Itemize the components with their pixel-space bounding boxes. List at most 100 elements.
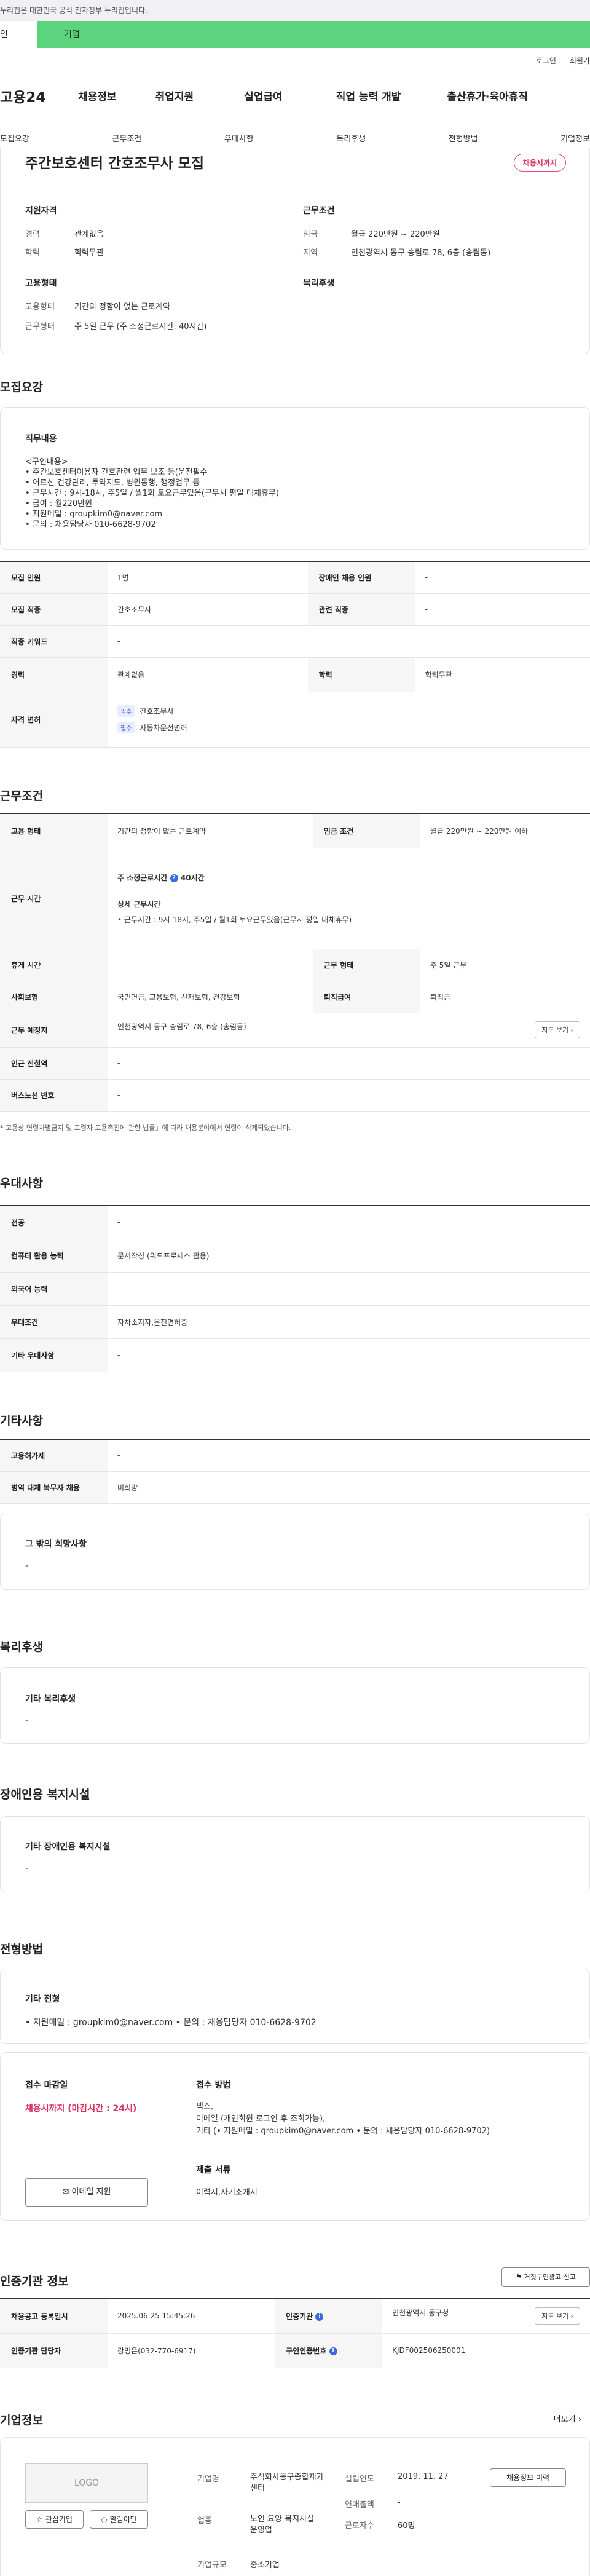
- info-icon[interactable]: i: [315, 2312, 324, 2321]
- method-lines: 팩스, 이메일 (개인회원 로그인 후 조회가능), 기타 (• 지원메일 : …: [196, 2101, 490, 2138]
- subnav-company[interactable]: 기업정보: [560, 132, 590, 144]
- tab-company[interactable]: 기업: [37, 21, 590, 48]
- email-apply-label: 이메일 지원: [71, 2187, 111, 2197]
- prefer-label: 기타 우대사항: [0, 1338, 108, 1372]
- cert-map-button[interactable]: 지도 보기 ›: [535, 2307, 580, 2325]
- help-icon[interactable]: ?: [170, 874, 178, 882]
- prefer-value: 자차소지자,운전면허증: [108, 1305, 590, 1339]
- deadline-value: 채용시까지 (마감시간 : 24시): [25, 2104, 137, 2114]
- size-value: 중소기업: [250, 2561, 280, 2570]
- required-tag: 필수: [117, 722, 135, 733]
- job-summary-card: 주간보호센터 간호조무사 모집 채용시까지 지원자격 경력 관계없음 학력 학력…: [0, 148, 590, 354]
- notify-label: 알림이단: [109, 2515, 137, 2524]
- duty-title: 직무내용: [25, 434, 57, 444]
- count-value: 1명: [108, 561, 308, 594]
- license-item: 자동차운전면허: [140, 724, 187, 732]
- prefer-label: 전공: [0, 1206, 108, 1239]
- prefer-label: 외국어 능력: [0, 1272, 108, 1306]
- reg-label: 채용공고 등록일시: [0, 2299, 108, 2334]
- chevron-right-icon: ›: [570, 1026, 573, 1034]
- docs-value: 이력서,자기소개서: [196, 2188, 258, 2197]
- etc-label: 고용허가제: [0, 1439, 108, 1472]
- gnb-item-employment[interactable]: 취업지원: [155, 88, 194, 103]
- no-label: 구인인증번호 i: [275, 2333, 383, 2368]
- welfare-heading: 복리후생: [0, 1640, 43, 1654]
- prefer-value: -: [108, 1272, 590, 1306]
- company-logo: LOGO: [25, 2463, 148, 2503]
- method-line: 기타 (• 지원메일 : groupkim0@naver.com • 문의 : …: [196, 2127, 490, 2136]
- process-heading: 전형방법: [0, 1943, 43, 1956]
- cert-heading: 인증기관 정보: [0, 2275, 69, 2288]
- notify-button[interactable]: ◌ 알림이단: [90, 2510, 148, 2529]
- map-button[interactable]: 지도 보기 ›: [535, 1021, 580, 1038]
- hours-detail: • 근무시간 : 9시-18시, 주5일 / 월1회 토요근무있음(근무시 평일…: [117, 915, 352, 924]
- info-icon[interactable]: i: [329, 2347, 337, 2355]
- prefer-value: 문서작성 (워드프로세스 활용): [108, 1239, 590, 1273]
- org-text: 인천광역시 동구청: [392, 2309, 449, 2318]
- star-icon: ☆: [36, 2515, 43, 2524]
- etc-value: 비희망: [108, 1471, 590, 1504]
- gnb-item-parental[interactable]: 출산휴가·육아휴직: [447, 88, 528, 103]
- conditions-heading: 근무조건: [0, 789, 43, 803]
- login-link[interactable]: 로그인: [536, 55, 556, 66]
- job-value: 간호조무사: [108, 593, 308, 626]
- docs-title: 제출 서류: [196, 2165, 231, 2175]
- job-label: 모집 직종: [0, 593, 108, 626]
- no-value: KJDF002506250001: [382, 2333, 590, 2368]
- duty-line: • 어르신 건강관리, 투약지도, 병원동행, 행정업무 등: [25, 478, 200, 488]
- age-note: * 고용상 연령차별금지 및 고령자 고용촉진에 관한 법률」에 따라 채용분야…: [0, 1124, 291, 1132]
- emptype-label: 고용 형태: [0, 813, 108, 848]
- prefer-table: 전공 - 컴퓨터 활용 능력 문서작성 (워드프로세스 활용) 외국어 능력 - 우대…: [0, 1205, 590, 1372]
- join-link[interactable]: 회원가: [570, 55, 590, 66]
- name-label: 기업명: [197, 2475, 219, 2484]
- place-label: 근무 예정지: [0, 1013, 108, 1048]
- gnb-item-unemployment[interactable]: 실업급여: [244, 88, 283, 103]
- deadline-title: 접수 마감일: [25, 2080, 68, 2090]
- subnav-process[interactable]: 전형방법: [449, 132, 478, 144]
- duty-line: • 문의 : 채용담당자 010-6628-9702: [25, 520, 156, 529]
- ins-value: 국민연금, 고용보험, 산재보험, 건강보험: [108, 981, 313, 1013]
- disabled-label: 장애인 채용 인원: [307, 561, 415, 594]
- etc-label: 병역 대체 복무자 채용: [0, 1471, 108, 1504]
- sales-label: 연매출액: [345, 2500, 374, 2510]
- emp-label: 근로자수: [345, 2521, 374, 2531]
- subnav-welfare[interactable]: 복리후생: [336, 132, 366, 144]
- duty-lines: <구인내용> • 주간보호센터이용자 간호관련 업무 보조 등(운전필수 • 어…: [25, 457, 279, 530]
- company-more-link[interactable]: 더보기 ›: [554, 2412, 581, 2424]
- report-button[interactable]: ⚑ 거짓구인광고 신고: [502, 2267, 590, 2287]
- recruit-table: 모집 인원 1명 장애인 채용 인원 - 모집 직종 간호조무사 관련 직종 - 직종 키워…: [0, 561, 590, 748]
- favorite-label: 관심기업: [45, 2515, 73, 2524]
- rel-label: 관련 직종: [307, 593, 415, 626]
- emptype-label: 고용형태: [25, 302, 55, 312]
- size-label: 기업규모: [197, 2561, 227, 2570]
- site-logo[interactable]: 고용24: [0, 85, 78, 106]
- duty-card: 직무내용 <구인내용> • 주간보호센터이용자 간호관련 업무 보조 등(운전필…: [0, 407, 590, 550]
- ind-label: 업종: [197, 2516, 212, 2526]
- deadline-badge: 채용시까지: [513, 154, 566, 172]
- sales-value: -: [398, 2498, 401, 2507]
- year-label: 설립연도: [345, 2475, 374, 2484]
- name-value: 주식회사동구종합재가센터: [250, 2473, 324, 2493]
- cert-map-label: 지도 보기: [541, 2312, 569, 2321]
- prefer-label: 컴퓨터 활용 능력: [0, 1239, 108, 1273]
- emptype-value: 기간의 정함이 없는 근로계약: [74, 302, 170, 312]
- cond-title: 근무조건: [303, 206, 335, 216]
- edu-label: 학력: [307, 657, 415, 692]
- subnav-conditions[interactable]: 근무조건: [112, 132, 141, 144]
- tab-personal[interactable]: 인: [0, 21, 37, 48]
- gnb-item-training[interactable]: 직업 능력 개발: [336, 88, 401, 103]
- keyword-label: 직종 키워드: [0, 625, 108, 658]
- duty-line: <구인내용>: [25, 457, 68, 467]
- subnav-prefer[interactable]: 우대사항: [224, 132, 254, 144]
- job-history-button[interactable]: 채용정보 이력: [490, 2468, 566, 2487]
- gnb-item-jobs[interactable]: 채용정보: [78, 88, 117, 103]
- welfare-card-title: 기타 복리후생: [25, 1694, 76, 1704]
- subnav-recruit[interactable]: 모집요강: [0, 132, 30, 144]
- subway-value: -: [108, 1047, 590, 1080]
- email-apply-button[interactable]: ✉ 이메일 지원: [25, 2178, 148, 2207]
- welfare-title: 복리후생: [303, 279, 335, 288]
- method-line: 이메일 (개인회원 로그인 후 조회가능),: [196, 2114, 326, 2124]
- etc-card: 그 밖의 희망사항 -: [0, 1514, 590, 1590]
- cert-table: 채용공고 등록일시 2025.06.25 15:45:26 인증기관 i 인천광역시 …: [0, 2298, 590, 2368]
- favorite-button[interactable]: ☆ 관심기업: [25, 2510, 84, 2529]
